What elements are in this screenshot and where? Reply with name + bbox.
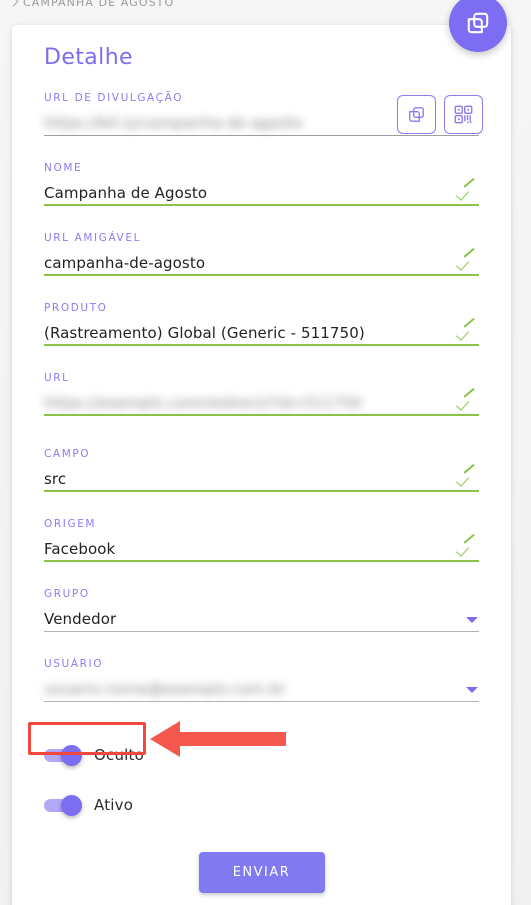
field-underline (44, 490, 479, 492)
field-underline (44, 344, 479, 346)
field-underline (44, 560, 479, 562)
field-url-amigavel: URL AMIGÁVEL campanha-de-agosto (44, 232, 479, 276)
valid-check-icon (457, 187, 479, 203)
field-label: URL AMIGÁVEL (44, 232, 142, 244)
breadcrumb-label: CAMPANHA DE AGOSTO (23, 0, 175, 9)
field-underline (44, 134, 479, 136)
oculto-toggle[interactable] (44, 744, 82, 766)
url-amigavel-input[interactable]: campanha-de-agosto (44, 253, 457, 276)
usuario-select[interactable]: usuario.nome@exemplo.com.br (44, 679, 465, 702)
breadcrumb[interactable]: CAMPANHA DE AGOSTO (10, 0, 174, 10)
url-input[interactable]: https://exemplo.com/redirect/?id=511750 (44, 393, 457, 416)
qr-code-icon (454, 105, 473, 124)
field-label: PRODUTO (44, 302, 108, 314)
field-label: GRUPO (44, 588, 90, 600)
field-label: ORIGEM (44, 518, 97, 530)
chevron-down-icon[interactable] (465, 613, 479, 627)
qrcode-button[interactable] (444, 95, 483, 134)
valid-check-icon (457, 473, 479, 489)
field-underline (44, 630, 479, 632)
field-origem: ORIGEM Facebook (44, 518, 479, 562)
url-action-buttons (397, 95, 483, 134)
field-underline (44, 700, 479, 702)
field-url-divulgacao: URL DE DIVULGAÇÃO https://bit.ly/campanh… (44, 92, 483, 136)
field-campo: CAMPO src (44, 448, 479, 492)
enviar-button[interactable]: ENVIAR (198, 852, 325, 893)
detail-card: Detalhe URL DE DIVULGAÇÃO https://bit.ly… (12, 25, 511, 905)
ativo-toggle-label: Ativo (94, 796, 134, 814)
chevron-right-icon (10, 0, 19, 7)
field-underline (44, 414, 479, 416)
valid-check-icon (457, 257, 479, 273)
submit-container: ENVIAR (44, 852, 479, 893)
field-grupo: GRUPO Vendedor (44, 588, 479, 632)
field-label: USUÁRIO (44, 658, 104, 670)
chevron-down-icon[interactable] (465, 683, 479, 697)
field-usuario: USUÁRIO usuario.nome@exemplo.com.br (44, 658, 479, 702)
campo-input[interactable]: src (44, 469, 457, 492)
copy-icon (409, 107, 424, 122)
produto-input[interactable]: (Rastreamento) Global (Generic - 511750) (44, 323, 457, 346)
field-label: URL (44, 372, 70, 384)
valid-check-icon (457, 327, 479, 343)
toggle-knob (61, 794, 82, 816)
field-underline (44, 204, 479, 206)
field-label: NOME (44, 162, 83, 174)
oculto-toggle-label: Oculto (94, 746, 144, 764)
copy-icon (467, 12, 489, 34)
toggle-row-ativo[interactable]: Ativo (44, 790, 479, 820)
copy-url-button[interactable] (397, 95, 436, 134)
field-nome: NOME Campanha de Agosto (44, 162, 479, 206)
field-produto: PRODUTO (Rastreamento) Global (Generic -… (44, 302, 479, 346)
nome-input[interactable]: Campanha de Agosto (44, 183, 457, 206)
grupo-select[interactable]: Vendedor (44, 609, 465, 632)
valid-check-icon (457, 543, 479, 559)
page-title: Detalhe (44, 45, 133, 70)
origem-input[interactable]: Facebook (44, 539, 457, 562)
toggle-knob (61, 744, 82, 766)
ativo-toggle[interactable] (44, 794, 82, 816)
valid-check-icon (457, 397, 479, 413)
field-label: CAMPO (44, 448, 91, 460)
toggle-row-oculto[interactable]: Oculto (44, 740, 479, 770)
field-underline (44, 274, 479, 276)
field-url: URL https://exemplo.com/redirect/?id=511… (44, 372, 479, 416)
